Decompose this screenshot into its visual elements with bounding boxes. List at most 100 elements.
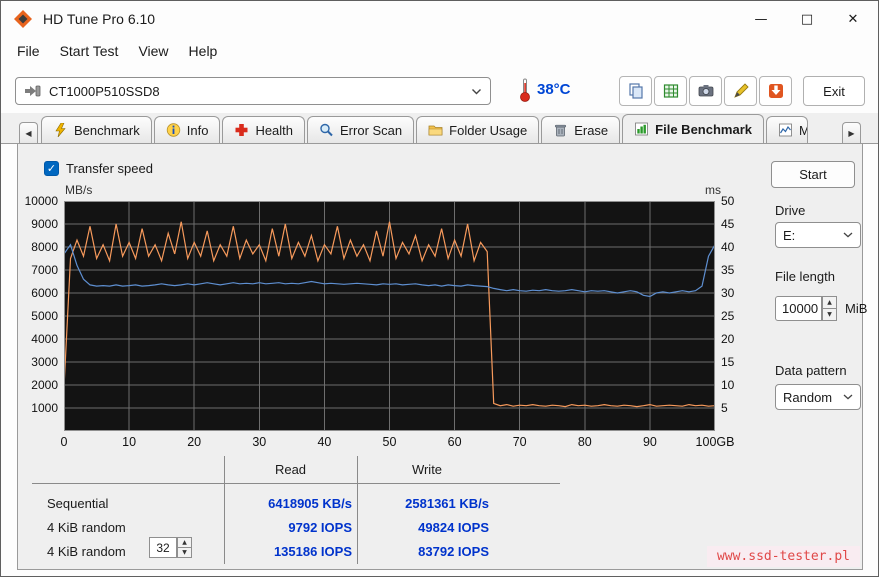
toolbar-buttons — [619, 76, 792, 106]
tab-label: Folder Usage — [449, 123, 527, 138]
chart-plot — [64, 201, 715, 431]
y-axis-left-unit: MB/s — [65, 183, 92, 197]
error-scan-icon — [319, 123, 334, 137]
tab-label: Info — [187, 123, 209, 138]
download-arrow-icon — [767, 82, 785, 100]
transfer-speed-label: Transfer speed — [66, 161, 153, 176]
menu-start-test[interactable]: Start Test — [50, 39, 129, 63]
screenshot-button[interactable] — [689, 76, 722, 106]
transfer-speed-checkbox[interactable]: ✓ — [44, 161, 59, 176]
spinner-up-button[interactable]: ▲ — [177, 537, 192, 548]
toolbar: CT1000P510SSD8 38°C — [1, 65, 878, 113]
chevron-down-icon — [471, 88, 482, 95]
benchmark-icon — [53, 123, 68, 137]
health-icon — [234, 123, 249, 137]
menu-help[interactable]: Help — [179, 39, 228, 63]
minimize-button[interactable]: — — [738, 1, 784, 37]
tab-info[interactable]: Info — [154, 116, 221, 143]
thermometer-icon — [517, 76, 533, 104]
x-axis-labels: 0102030405060708090100GB — [64, 435, 715, 451]
tab-label: Erase — [574, 123, 608, 138]
watermark: www.ssd-tester.pl — [707, 546, 860, 567]
file-length-unit: MiB — [845, 301, 867, 316]
random-write-value: 49824 IOPS — [363, 520, 489, 535]
file-length-input[interactable]: 10000 — [775, 296, 822, 321]
menu-file[interactable]: File — [7, 39, 50, 63]
info-icon — [166, 123, 181, 137]
tab-scroll-left-button[interactable]: ◀ — [19, 122, 38, 143]
transfer-speed-option[interactable]: ✓ Transfer speed — [44, 161, 153, 176]
chevron-down-icon — [843, 394, 853, 400]
data-pattern-label: Data pattern — [775, 363, 847, 378]
tab-error-scan[interactable]: Error Scan — [307, 116, 414, 143]
menu-view[interactable]: View — [128, 39, 178, 63]
spinner-up-button[interactable]: ▲ — [822, 296, 837, 309]
tab-file-benchmark[interactable]: File Benchmark — [622, 114, 764, 144]
spinner-down-button[interactable]: ▼ — [177, 548, 192, 558]
exit-button[interactable]: Exit — [803, 76, 865, 106]
copy-icon — [627, 82, 645, 100]
tab-label: Health — [255, 123, 293, 138]
erase-icon — [553, 123, 568, 137]
tab-folder-usage[interactable]: Folder Usage — [416, 116, 539, 143]
data-pattern-dropdown[interactable]: Random — [775, 384, 861, 410]
y-axis-left-labels: 1000200030004000500060007000800090001000… — [18, 201, 60, 431]
transfer-speed-chart — [64, 201, 715, 431]
drive-selector-dropdown[interactable]: CT1000P510SSD8 — [15, 77, 491, 105]
spinner-down-button[interactable]: ▼ — [822, 309, 837, 321]
hdtune-window: HD Tune Pro 6.10 — □ ✕ File Start Test V… — [0, 0, 879, 577]
file-length-spinner: ▲ ▼ — [822, 296, 837, 321]
queue-depth-spinner: ▲ ▼ — [177, 537, 192, 558]
tab-scroll-right-button[interactable]: ▶ — [842, 122, 861, 143]
drive-dropdown-value: E: — [783, 228, 843, 243]
chevron-down-icon — [843, 232, 853, 238]
sequential-read-value: 6418905 KB/s — [228, 496, 352, 511]
tab-benchmark[interactable]: Benchmark — [41, 116, 152, 143]
tab-label: File Benchmark — [655, 122, 752, 137]
window-controls: — □ ✕ — [738, 1, 876, 37]
color-settings-icon — [732, 82, 750, 100]
camera-icon — [697, 82, 715, 100]
temperature-value: 38°C — [537, 81, 571, 98]
menubar: File Start Test View Help — [1, 37, 878, 65]
drive-icon — [24, 84, 41, 98]
drive-selector-value: CT1000P510SSD8 — [49, 84, 471, 99]
file-benchmark-panel: ✓ Transfer speed MB/s ms 100020003000400… — [17, 144, 863, 570]
drive-label: Drive — [775, 203, 805, 218]
start-button[interactable]: Start — [771, 161, 855, 188]
tab-health[interactable]: Health — [222, 116, 305, 143]
file-benchmark-icon — [634, 122, 649, 136]
save-image-button[interactable] — [759, 76, 792, 106]
results-header-divider — [32, 483, 560, 484]
file-length-label: File length — [775, 269, 835, 284]
tab-erase[interactable]: Erase — [541, 116, 620, 143]
export-table-button[interactable] — [654, 76, 687, 106]
result-row-label: 4 KiB random — [47, 520, 126, 535]
random-read-value: 9792 IOPS — [228, 520, 352, 535]
folder-usage-icon — [428, 123, 443, 137]
tab-label: M — [799, 123, 808, 138]
y-axis-right-unit: ms — [705, 183, 721, 197]
result-row-label: 4 KiB random — [47, 544, 126, 559]
random-qd32-write-value: 83792 IOPS — [363, 544, 489, 559]
tab-strip: ◀ Benchmark Info Health — [1, 113, 878, 144]
app-icon — [13, 9, 33, 29]
queue-depth-input[interactable]: 32 — [149, 537, 177, 558]
copy-button[interactable] — [619, 76, 652, 106]
tab-label: Error Scan — [340, 123, 402, 138]
sequential-write-value: 2581361 KB/s — [363, 496, 489, 511]
titlebar: HD Tune Pro 6.10 — □ ✕ — [1, 1, 878, 37]
data-pattern-value: Random — [783, 390, 843, 405]
results-read-header: Read — [224, 462, 357, 477]
window-title: HD Tune Pro 6.10 — [43, 11, 155, 27]
maximize-button[interactable]: □ — [784, 1, 830, 37]
tab-disk-monitor[interactable]: M — [766, 116, 808, 143]
random-qd32-read-value: 135186 IOPS — [228, 544, 352, 559]
drive-dropdown[interactable]: E: — [775, 222, 861, 248]
y-axis-right-labels: 5101520253035404550 — [719, 201, 749, 431]
close-button[interactable]: ✕ — [830, 1, 876, 37]
disk-monitor-icon — [778, 123, 793, 137]
tab-label: Benchmark — [74, 123, 140, 138]
results-write-header: Write — [357, 462, 497, 477]
color-settings-button[interactable] — [724, 76, 757, 106]
